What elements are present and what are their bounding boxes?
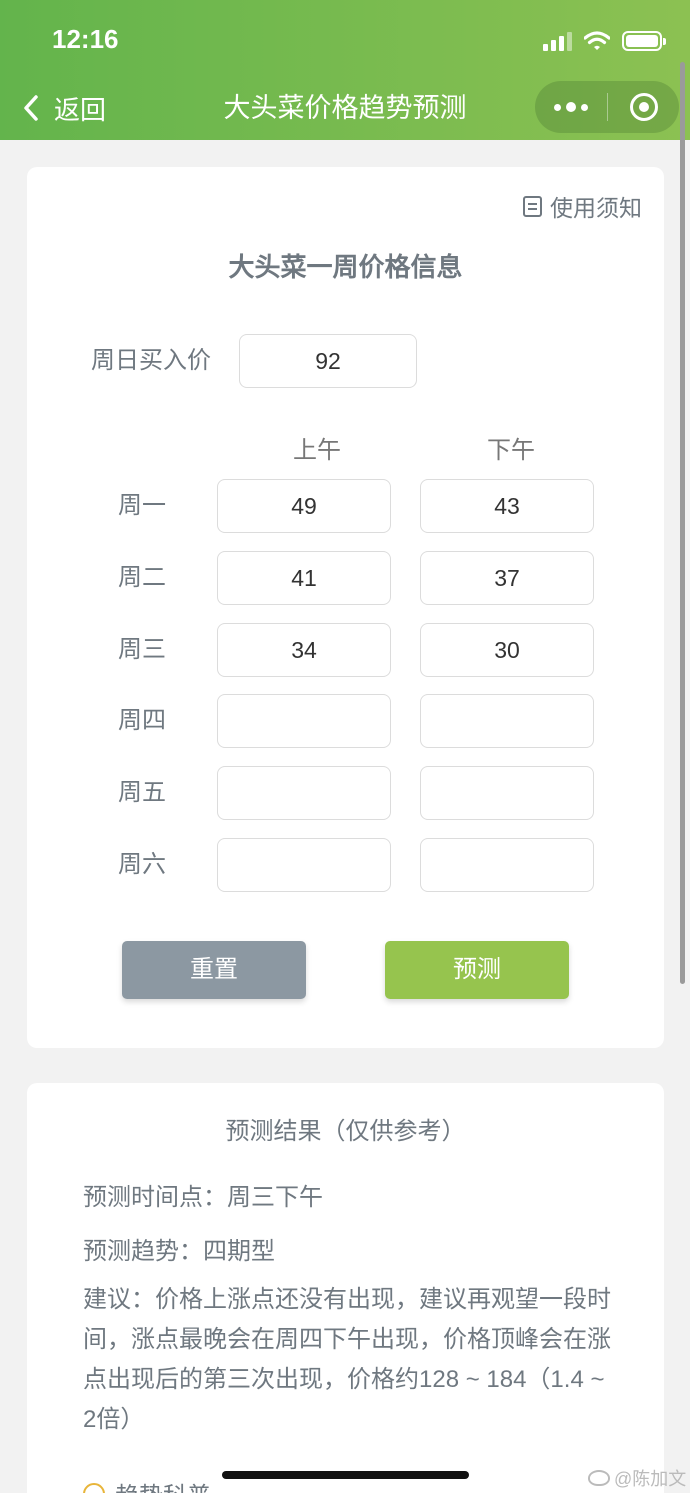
- watermark-text: @陈加文: [614, 1469, 687, 1489]
- card-title: 大头菜一周价格信息: [228, 252, 463, 282]
- more-dot-icon: [554, 103, 561, 111]
- sunday-price-label: 周日买入价: [91, 347, 211, 374]
- monday-am-input[interactable]: [217, 479, 391, 533]
- weibo-logo-icon: [588, 1470, 610, 1486]
- status-icons: [543, 28, 666, 54]
- watermark: @陈加文: [588, 1465, 686, 1491]
- thursday-pm-input[interactable]: [420, 694, 594, 748]
- usage-notice-link[interactable]: 使用须知: [523, 189, 642, 223]
- target-icon: [629, 93, 658, 121]
- reset-button[interactable]: 重置: [122, 941, 306, 999]
- tuesday-pm-input[interactable]: [420, 551, 594, 605]
- prediction-result-card: 预测结果（仅供参考） 预测时间点：周三下午 预测趋势：四期型 建议：价格上涨点还…: [27, 1083, 664, 1493]
- trend-explainer-label: 趋势科普: [115, 1476, 211, 1493]
- column-header-am: 上午: [293, 437, 341, 464]
- thursday-am-input[interactable]: [217, 694, 391, 748]
- wednesday-pm-input[interactable]: [420, 623, 594, 677]
- mini-program-capsule: [535, 81, 679, 133]
- battery-icon: [622, 31, 666, 51]
- day-label-monday: 周一: [118, 492, 166, 519]
- saturday-am-input[interactable]: [217, 838, 391, 892]
- result-title: 预测结果（仅供参考）: [225, 1118, 466, 1145]
- day-label-friday: 周五: [118, 779, 166, 806]
- price-info-card: 使用须知 大头菜一周价格信息 周日买入价 上午 下午 周一 周二 周三 周四 周…: [27, 167, 664, 1048]
- chevron-left-icon: [24, 95, 38, 121]
- header-bar: 12:16 返回 大头菜价格趋势预测: [0, 0, 690, 140]
- prediction-trend: 预测趋势：四期型: [83, 1238, 275, 1265]
- trend-explainer-link[interactable]: 趋势科普: [83, 1476, 211, 1493]
- wifi-icon: [584, 31, 610, 50]
- more-dot-icon: [581, 103, 588, 111]
- scrollbar[interactable]: [680, 62, 685, 984]
- friday-am-input[interactable]: [217, 766, 391, 820]
- prediction-time-point: 预测时间点：周三下午: [83, 1184, 323, 1211]
- back-label: 返回: [54, 94, 107, 125]
- home-indicator[interactable]: [222, 1471, 469, 1479]
- day-label-thursday: 周四: [118, 707, 166, 734]
- day-label-saturday: 周六: [118, 851, 166, 878]
- info-icon: [83, 1482, 105, 1493]
- back-button[interactable]: 返回: [22, 88, 106, 128]
- day-label-tuesday: 周二: [118, 564, 166, 591]
- close-button[interactable]: [608, 81, 679, 133]
- notice-icon: [523, 195, 542, 217]
- saturday-pm-input[interactable]: [420, 838, 594, 892]
- wednesday-am-input[interactable]: [217, 623, 391, 677]
- sunday-price-input[interactable]: [239, 334, 417, 388]
- cellular-signal-icon: [543, 31, 572, 51]
- status-time: 12:16: [52, 24, 119, 54]
- monday-pm-input[interactable]: [420, 479, 594, 533]
- predict-button[interactable]: 预测: [385, 941, 569, 999]
- tuesday-am-input[interactable]: [217, 551, 391, 605]
- prediction-advice: 建议：价格上涨点还没有出现，建议再观望一段时间，涨点最晚会在周四下午出现，价格顶…: [83, 1286, 611, 1433]
- day-label-wednesday: 周三: [118, 636, 166, 663]
- friday-pm-input[interactable]: [420, 766, 594, 820]
- more-button[interactable]: [535, 81, 607, 133]
- usage-notice-label: 使用须知: [550, 195, 642, 221]
- more-dot-icon: [566, 102, 576, 112]
- column-header-pm: 下午: [487, 437, 535, 464]
